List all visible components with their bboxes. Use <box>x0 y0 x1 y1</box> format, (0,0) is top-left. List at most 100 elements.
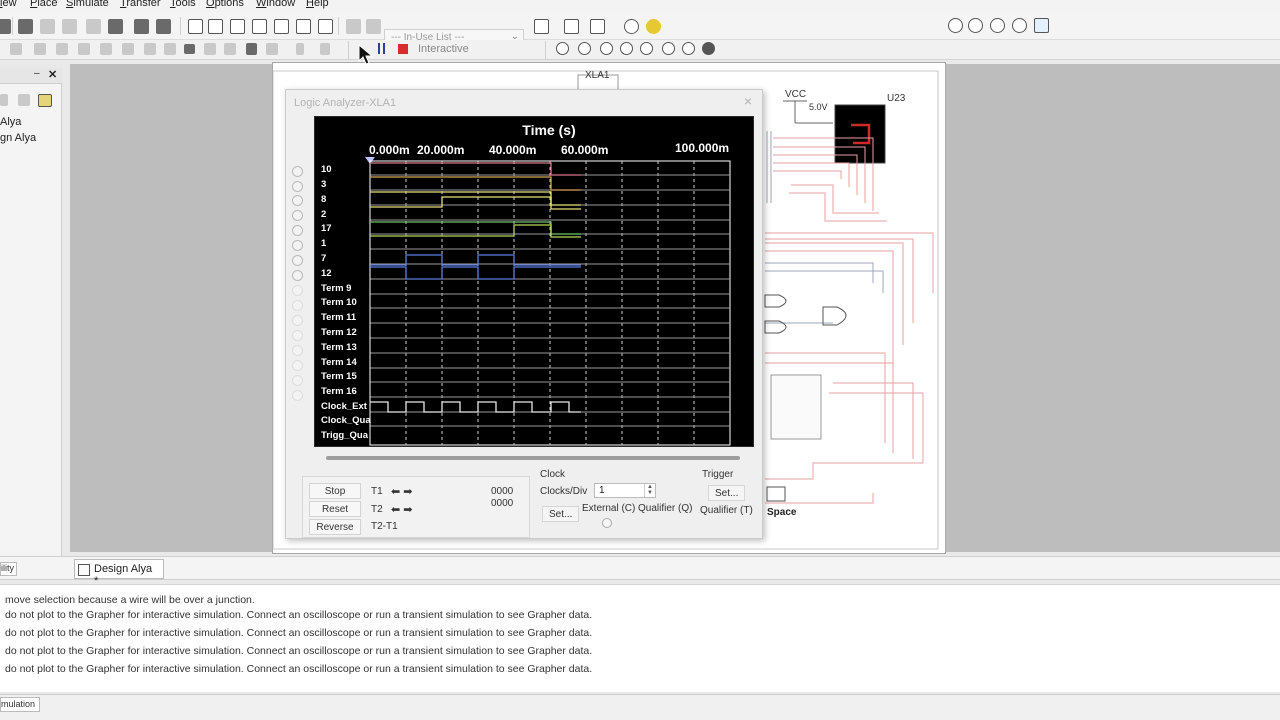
channel-radio[interactable] <box>292 315 303 326</box>
design-toolbox-icon[interactable] <box>252 19 267 34</box>
interactive-label[interactable]: Interactive <box>418 43 469 55</box>
visibility-icon[interactable] <box>38 94 52 107</box>
cut-tool-icon[interactable] <box>62 19 77 34</box>
channel-radio[interactable] <box>292 255 303 266</box>
tree-item-design-alya[interactable]: gn Alya <box>0 132 36 144</box>
channel-radio[interactable] <box>292 166 303 177</box>
tab-visibility[interactable]: ility <box>0 562 17 576</box>
export-icon[interactable] <box>564 19 579 34</box>
probe-diff-icon[interactable] <box>620 42 633 55</box>
mixed-icon[interactable] <box>204 43 216 55</box>
zoom-in-icon[interactable] <box>948 18 963 33</box>
clock-set-button[interactable]: Set... <box>542 506 580 522</box>
tree-item-alya[interactable]: Alya <box>0 116 21 128</box>
indicator-icon[interactable] <box>224 43 236 55</box>
grid-icon[interactable] <box>208 19 223 34</box>
grapher-icon[interactable] <box>274 19 289 34</box>
instrument-icon[interactable] <box>534 19 549 34</box>
diode-icon[interactable] <box>56 43 68 55</box>
probe-power-icon[interactable] <box>600 42 613 55</box>
probe-voltage-icon[interactable] <box>556 42 569 55</box>
menu-help[interactable]: Help <box>306 0 329 9</box>
pause-icon[interactable] <box>378 43 385 54</box>
minimize-icon[interactable]: – <box>34 68 40 79</box>
stop-icon[interactable] <box>398 44 408 54</box>
menu-window[interactable]: Window <box>256 0 295 9</box>
trigger-set-button[interactable]: Set... <box>708 485 746 501</box>
t1-arrows-icon[interactable]: ⬅ ➡ <box>391 485 413 498</box>
reset-button[interactable]: Reset <box>309 501 361 517</box>
gear-icon[interactable] <box>702 42 715 55</box>
channel-radio[interactable] <box>292 285 303 296</box>
channel-radio[interactable] <box>292 225 303 236</box>
paste-icon[interactable] <box>108 19 123 34</box>
menu-options[interactable]: Options <box>206 0 244 9</box>
logic-analyzer-window[interactable]: Logic Analyzer-XLA1 × Time (s) 0.000m 20… <box>285 89 763 539</box>
channel-radio[interactable] <box>292 240 303 251</box>
zoom-out-icon[interactable] <box>968 18 983 33</box>
analog-icon[interactable] <box>100 43 112 55</box>
spreadsheet-icon[interactable] <box>230 19 245 34</box>
menu-view[interactable]: iew <box>0 0 17 9</box>
probe-current-icon[interactable] <box>578 42 591 55</box>
logic-analyzer-display[interactable]: Time (s) 0.000m 20.000m 40.000m 60.000m … <box>314 116 754 447</box>
channel-radio[interactable] <box>292 181 303 192</box>
print-icon[interactable] <box>18 19 33 34</box>
clocks-div-input[interactable]: 1 ▲ ▼ <box>594 483 656 498</box>
transistor-icon[interactable] <box>78 43 90 55</box>
redo-icon[interactable] <box>156 19 171 34</box>
stop-button[interactable]: Stop <box>309 483 361 499</box>
channel-radio[interactable] <box>292 345 303 356</box>
postprocessor-icon[interactable] <box>296 19 311 34</box>
help-icon[interactable] <box>646 19 661 34</box>
cmos-icon[interactable] <box>144 43 156 55</box>
copy-icon[interactable] <box>86 19 101 34</box>
channel-radio[interactable] <box>292 195 303 206</box>
close-icon[interactable]: × <box>744 93 752 109</box>
print-preview-icon[interactable] <box>40 19 55 34</box>
channel-radio[interactable] <box>292 300 303 311</box>
channel-radio[interactable] <box>292 270 303 281</box>
time-scrollbar[interactable] <box>326 456 740 460</box>
tab-simulation[interactable]: mulation <box>0 697 40 712</box>
basic-icon[interactable] <box>34 43 46 55</box>
question-icon[interactable] <box>366 19 381 34</box>
reverse-button[interactable]: Reverse <box>309 519 361 535</box>
zoom-sheet-icon[interactable] <box>1034 18 1049 33</box>
rf-icon[interactable] <box>296 43 304 55</box>
probe-digital-icon[interactable] <box>640 42 653 55</box>
probe-settings-icon[interactable] <box>682 42 695 55</box>
database-icon[interactable] <box>318 19 333 34</box>
ttl-icon[interactable] <box>122 43 134 55</box>
menu-place[interactable]: Place <box>30 0 58 9</box>
spinner-icon[interactable]: ▲ ▼ <box>644 484 655 497</box>
component-icon[interactable] <box>346 19 361 34</box>
power-icon[interactable] <box>246 43 257 55</box>
misc-digital-icon[interactable] <box>184 44 195 54</box>
menu-tools[interactable]: Tools <box>170 0 196 9</box>
probe-ref-icon[interactable] <box>662 42 675 55</box>
close-icon[interactable]: ✕ <box>48 68 57 81</box>
source-icon[interactable] <box>10 43 22 55</box>
cut-icon[interactable] <box>0 19 11 34</box>
external-radio[interactable] <box>602 518 612 528</box>
search-icon[interactable] <box>624 19 639 34</box>
misc-icon[interactable] <box>266 43 278 55</box>
folder-icon[interactable] <box>18 94 30 106</box>
mcu-icon[interactable] <box>164 43 176 55</box>
electromech-icon[interactable] <box>320 43 330 55</box>
channel-radio[interactable] <box>292 390 303 401</box>
zoom-area-icon[interactable] <box>990 18 1005 33</box>
menu-simulate[interactable]: Simulate <box>66 0 109 9</box>
channel-radio[interactable] <box>292 210 303 221</box>
hierarchy-icon[interactable] <box>0 94 8 106</box>
t2-arrows-icon[interactable]: ⬅ ➡ <box>391 503 413 516</box>
probe-icon[interactable] <box>590 19 605 34</box>
zoom-fit-icon[interactable] <box>1012 18 1027 33</box>
channel-radio[interactable] <box>292 330 303 341</box>
channel-radio[interactable] <box>292 375 303 386</box>
full-screen-icon[interactable] <box>188 19 203 34</box>
menu-transfer[interactable]: Transfer <box>120 0 161 9</box>
channel-radio[interactable] <box>292 360 303 371</box>
tab-design-alya[interactable]: Design Alya * <box>74 559 164 587</box>
